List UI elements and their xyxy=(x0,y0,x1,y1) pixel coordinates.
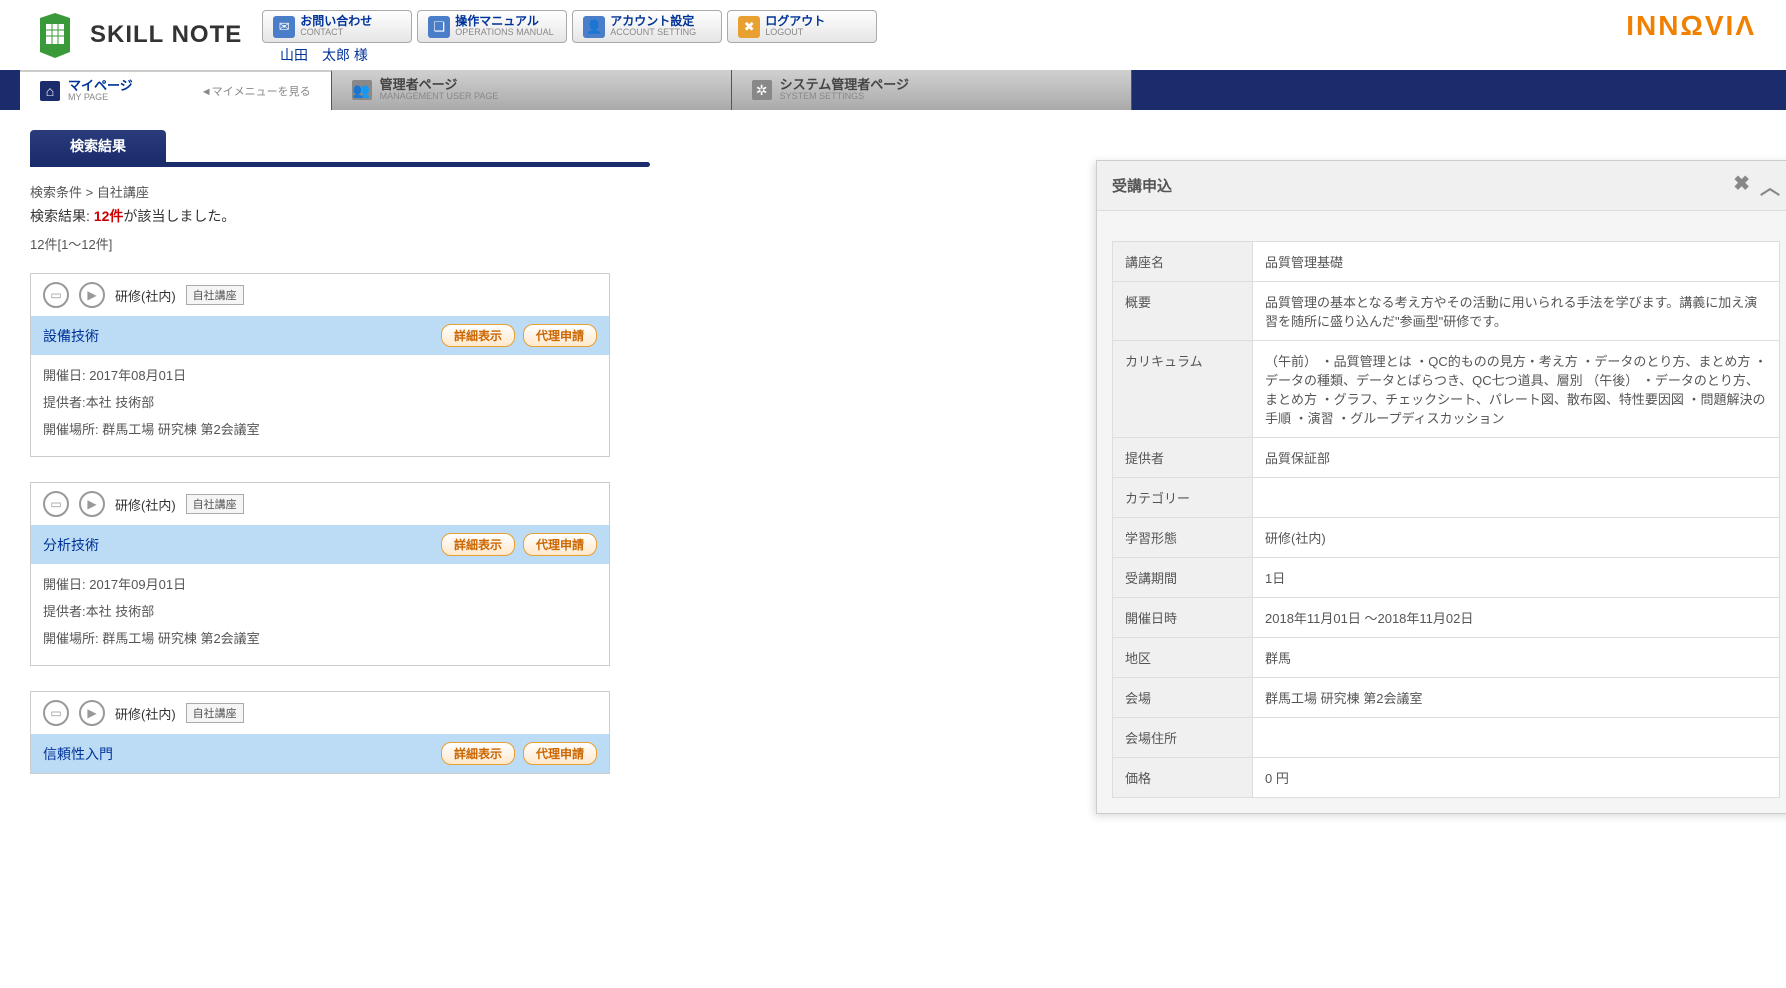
detail-label: 地区 xyxy=(1113,638,1253,678)
card-title[interactable]: 信頼性入門 xyxy=(43,744,113,764)
detail-panel: 受講申込 ✖ ︿ 講座名品質管理基礎概要品質管理の基本となる考え方やその活動に用… xyxy=(1096,160,1786,814)
card-type: 研修(社内) xyxy=(115,495,176,514)
detail-label: 受講期間 xyxy=(1113,558,1253,598)
card-type: 研修(社内) xyxy=(115,704,176,723)
detail-button[interactable]: 詳細表示 xyxy=(441,324,515,347)
submenu-toggle[interactable]: ◄マイメニューを見る xyxy=(201,83,311,99)
operations-manual-icon: ❏ xyxy=(428,16,450,38)
logo-text: SKILL NOTE xyxy=(90,21,242,49)
play-icon[interactable]: ▶ xyxy=(79,282,105,308)
book-icon: ▭ xyxy=(43,282,69,308)
detail-row: 学習形態研修(社内) xyxy=(1113,518,1780,558)
close-icon[interactable]: ✖ xyxy=(1733,171,1750,200)
nav-icon: ⌂ xyxy=(40,81,60,101)
detail-value: 品質保証部 xyxy=(1253,438,1780,478)
detail-value: （午前） ・品質管理とは ・QC的ものの見方・考え方 ・データのとり方、まとめ方… xyxy=(1253,341,1780,438)
detail-value xyxy=(1253,718,1780,758)
detail-row: 価格0 円 xyxy=(1113,758,1780,798)
detail-row: 開催日時2018年11月01日 ～2018年11月02日 xyxy=(1113,598,1780,638)
book-icon: ▭ xyxy=(43,491,69,517)
nav-icon: ✲ xyxy=(752,80,772,100)
card-badge: 自社講座 xyxy=(186,285,244,305)
navbar: ⌂ マイページMY PAGE◄マイメニューを見る👥 管理者ページMANAGEME… xyxy=(0,70,1786,110)
card-venue: 開催場所: 群馬工場 研究棟 第2会議室 xyxy=(43,628,597,647)
card-provider: 提供者:本社 技術部 xyxy=(43,601,597,620)
card-date: 開催日: 2017年09月01日 xyxy=(43,574,597,593)
detail-row: 受講期間1日 xyxy=(1113,558,1780,598)
section-title: 検索結果 xyxy=(30,130,166,162)
nav-tab-system-settings[interactable]: ✲ システム管理者ページSYSTEM SETTINGS xyxy=(732,70,1132,110)
proxy-apply-button[interactable]: 代理申請 xyxy=(523,533,597,556)
detail-label: 学習形態 xyxy=(1113,518,1253,558)
detail-label: 概要 xyxy=(1113,282,1253,341)
card-title[interactable]: 設備技術 xyxy=(43,326,99,346)
detail-value: 2018年11月01日 ～2018年11月02日 xyxy=(1253,598,1780,638)
header-button-account-setting[interactable]: 👤 アカウント設定ACCOUNT SETTING xyxy=(572,10,722,43)
detail-label: カテゴリー xyxy=(1113,478,1253,518)
card-type: 研修(社内) xyxy=(115,286,176,305)
detail-label: 会場住所 xyxy=(1113,718,1253,758)
detail-label: 提供者 xyxy=(1113,438,1253,478)
card-date: 開催日: 2017年08月01日 xyxy=(43,365,597,384)
result-card: ▭ ▶ 研修(社内) 自社講座 設備技術 詳細表示 代理申請 開催日: 2017… xyxy=(30,273,610,457)
detail-button[interactable]: 詳細表示 xyxy=(441,533,515,556)
play-icon[interactable]: ▶ xyxy=(79,491,105,517)
detail-value: 群馬工場 研究棟 第2会議室 xyxy=(1253,678,1780,718)
detail-button[interactable]: 詳細表示 xyxy=(441,742,515,765)
play-icon[interactable]: ▶ xyxy=(79,700,105,726)
card-badge: 自社講座 xyxy=(186,494,244,514)
detail-label: 価格 xyxy=(1113,758,1253,798)
card-provider: 提供者:本社 技術部 xyxy=(43,392,597,411)
detail-row: カテゴリー xyxy=(1113,478,1780,518)
brand-logo: INNΩVIΛ xyxy=(1626,10,1756,42)
header-button-operations-manual[interactable]: ❏ 操作マニュアルOPERATIONS MANUAL xyxy=(417,10,567,43)
logout-icon: ✖ xyxy=(738,16,760,38)
detail-row: カリキュラム（午前） ・品質管理とは ・QC的ものの見方・考え方 ・データのとり… xyxy=(1113,341,1780,438)
result-card: ▭ ▶ 研修(社内) 自社講座 信頼性入門 詳細表示 代理申請 xyxy=(30,691,610,774)
detail-value: 品質管理基礎 xyxy=(1253,242,1780,282)
detail-row: 会場住所 xyxy=(1113,718,1780,758)
detail-row: 概要品質管理の基本となる考え方やその活動に用いられる手法を学びます。講義に加え演… xyxy=(1113,282,1780,341)
detail-value xyxy=(1253,478,1780,518)
username: 山田 太郎 様 xyxy=(280,45,1786,65)
proxy-apply-button[interactable]: 代理申請 xyxy=(523,324,597,347)
account-setting-icon: 👤 xyxy=(583,16,605,38)
detail-value: 研修(社内) xyxy=(1253,518,1780,558)
logo-icon xyxy=(30,10,80,60)
nav-tab-management-user-page[interactable]: 👥 管理者ページMANAGEMENT USER PAGE xyxy=(332,70,732,110)
card-badge: 自社講座 xyxy=(186,703,244,723)
detail-value: 群馬 xyxy=(1253,638,1780,678)
detail-row: 地区群馬 xyxy=(1113,638,1780,678)
contact-icon: ✉ xyxy=(273,16,295,38)
detail-value: 0 円 xyxy=(1253,758,1780,798)
result-count: 12件 xyxy=(94,208,124,224)
detail-label: 会場 xyxy=(1113,678,1253,718)
detail-row: 講座名品質管理基礎 xyxy=(1113,242,1780,282)
detail-table: 講座名品質管理基礎概要品質管理の基本となる考え方やその活動に用いられる手法を学び… xyxy=(1112,241,1780,798)
nav-tab-my-page[interactable]: ⌂ マイページMY PAGE◄マイメニューを見る xyxy=(20,70,332,110)
detail-label: カリキュラム xyxy=(1113,341,1253,438)
header-button-logout[interactable]: ✖ ログアウトLOGOUT xyxy=(727,10,877,43)
detail-label: 講座名 xyxy=(1113,242,1253,282)
card-venue: 開催場所: 群馬工場 研究棟 第2会議室 xyxy=(43,419,597,438)
collapse-icon[interactable]: ︿ xyxy=(1760,171,1780,200)
card-title[interactable]: 分析技術 xyxy=(43,535,99,555)
panel-title: 受講申込 xyxy=(1112,175,1172,196)
detail-row: 提供者品質保証部 xyxy=(1113,438,1780,478)
detail-value: 品質管理の基本となる考え方やその活動に用いられる手法を学びます。講義に加え演習を… xyxy=(1253,282,1780,341)
result-card: ▭ ▶ 研修(社内) 自社講座 分析技術 詳細表示 代理申請 開催日: 2017… xyxy=(30,482,610,666)
header-button-contact[interactable]: ✉ お問い合わせCONTACT xyxy=(262,10,412,43)
nav-icon: 👥 xyxy=(352,80,372,100)
detail-label: 開催日時 xyxy=(1113,598,1253,638)
proxy-apply-button[interactable]: 代理申請 xyxy=(523,742,597,765)
book-icon: ▭ xyxy=(43,700,69,726)
detail-row: 会場群馬工場 研究棟 第2会議室 xyxy=(1113,678,1780,718)
detail-value: 1日 xyxy=(1253,558,1780,598)
